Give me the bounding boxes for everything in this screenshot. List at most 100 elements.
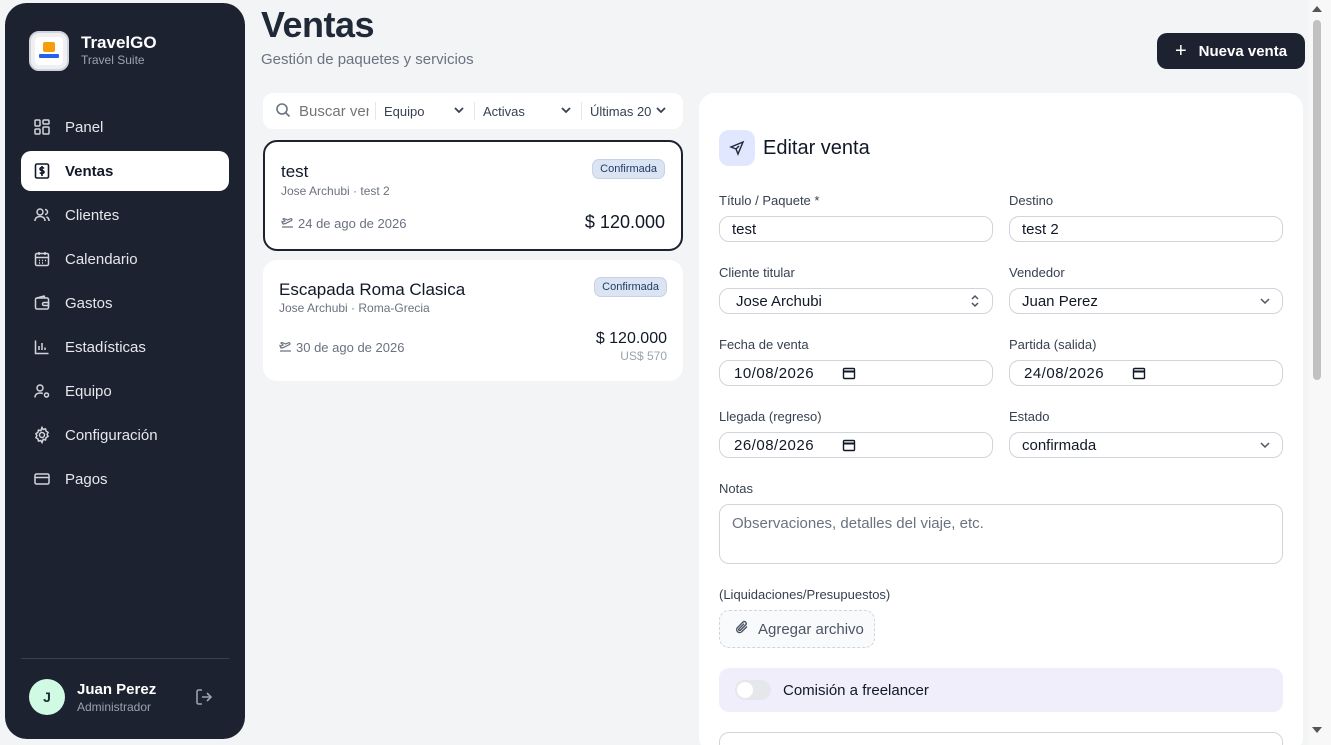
destino-input[interactable]: test 2	[1009, 216, 1283, 242]
sidebar-item-label: Ventas	[65, 162, 114, 180]
chevron-down-icon	[654, 103, 668, 120]
llegada-input-value: 26/08/2026	[734, 436, 815, 454]
search-box[interactable]	[263, 102, 375, 121]
sidebar-item-panel[interactable]: Panel	[21, 107, 229, 147]
sale-subtitle: Jose Archubi · Roma-Grecia	[279, 301, 430, 315]
partida-input[interactable]: 24/08/2026	[1009, 360, 1283, 386]
sale-card[interactable]: test Jose Archubi · test 2 Confirmada 24…	[263, 140, 683, 251]
sidebar-item-clientes[interactable]: Clientes	[21, 195, 229, 235]
scroll-thumb[interactable]	[1313, 20, 1321, 380]
estado-select[interactable]: confirmada	[1009, 432, 1283, 458]
titulo-label: Título / Paquete *	[719, 193, 820, 208]
dollar-icon	[33, 162, 51, 180]
vendedor-select-value: Juan Perez	[1022, 292, 1098, 310]
llegada-input[interactable]: 26/08/2026	[719, 432, 993, 458]
calendar-icon	[33, 250, 51, 268]
brand[interactable]: TravelGO Travel Suite	[29, 31, 157, 71]
archivos-label: (Liquidaciones/Presupuestos)	[719, 587, 891, 602]
status-select-value: Activas	[483, 103, 525, 119]
freelancer-toggle[interactable]	[735, 680, 771, 700]
user-name: Juan Perez	[77, 680, 157, 698]
status-badge: Confirmada	[592, 159, 665, 179]
titulo-input[interactable]: test	[719, 216, 993, 242]
calendar-icon[interactable]	[842, 438, 856, 456]
next-field[interactable]	[719, 732, 1283, 745]
sidebar-item-calendario[interactable]: Calendario	[21, 239, 229, 279]
status-badge: Confirmada	[594, 277, 667, 297]
logout-icon[interactable]	[194, 687, 214, 707]
cliente-select-value: Jose Archubi	[736, 292, 822, 310]
sidebar-item-ventas[interactable]: Ventas	[21, 151, 229, 191]
panel-header: Editar venta	[719, 130, 870, 166]
dashboard-icon	[33, 118, 51, 136]
brand-subtitle: Travel Suite	[81, 53, 145, 67]
sidebar-item-label: Estadísticas	[65, 338, 146, 356]
sidebar: TravelGO Travel Suite Panel Ventas Clien…	[5, 3, 245, 739]
sidebar-item-pagos[interactable]: Pagos	[21, 459, 229, 499]
chevron-down-icon	[1258, 438, 1272, 452]
user-role: Administrador	[77, 699, 152, 714]
search-input[interactable]	[299, 102, 369, 120]
freelancer-commission-row: Comisión a freelancer	[719, 668, 1283, 712]
credit-card-icon	[33, 470, 51, 488]
sidebar-divider	[21, 658, 229, 659]
fecha-input-value: 10/08/2026	[734, 364, 815, 382]
add-file-label: Agregar archivo	[758, 620, 864, 638]
sale-card[interactable]: Escapada Roma Clasica Jose Archubi · Rom…	[263, 260, 683, 381]
partida-label: Partida (salida)	[1009, 337, 1097, 352]
sidebar-item-estadisticas[interactable]: Estadísticas	[21, 327, 229, 367]
travelgo-logo	[29, 31, 69, 71]
notas-textarea[interactable]: Observaciones, detalles del viaje, etc.	[719, 504, 1283, 564]
calendar-icon[interactable]	[842, 366, 856, 384]
sidebar-item-equipo[interactable]: Equipo	[21, 371, 229, 411]
cliente-select[interactable]: Jose Archubi	[719, 288, 993, 314]
sidebar-nav: Panel Ventas Clientes Calendario Gastos	[21, 107, 229, 503]
sidebar-item-label: Configuración	[65, 426, 158, 444]
sale-price: $ 120.000	[595, 330, 667, 347]
calendar-icon[interactable]	[1132, 366, 1146, 384]
user-gear-icon	[33, 382, 51, 400]
chevron-down-icon	[1258, 294, 1272, 308]
scroll-down-arrow[interactable]	[1312, 727, 1322, 733]
page-subtitle: Gestión de paquetes y servicios	[261, 51, 474, 68]
scroll-up-arrow[interactable]	[1312, 6, 1322, 12]
paperclip-icon	[734, 619, 750, 639]
bar-chart-icon	[33, 338, 51, 356]
page-scrollbar[interactable]	[1309, 0, 1331, 745]
chevron-up-down-icon	[968, 294, 982, 308]
fecha-input[interactable]: 10/08/2026	[719, 360, 993, 386]
sale-price-usd: US$ 570	[620, 349, 667, 363]
estado-label: Estado	[1009, 409, 1050, 424]
freelancer-label: Comisión a freelancer	[783, 681, 929, 699]
vendedor-select[interactable]: Juan Perez	[1009, 288, 1283, 314]
sidebar-item-label: Equipo	[65, 382, 112, 400]
sale-title: Escapada Roma Clasica	[279, 280, 466, 299]
range-select[interactable]: Últimas 20	[582, 103, 676, 120]
sale-price: $ 120.000	[584, 212, 665, 232]
sidebar-item-label: Pagos	[65, 470, 108, 488]
plane-departure-icon	[279, 339, 292, 355]
wallet-icon	[33, 294, 51, 312]
plus-icon: +	[1174, 40, 1187, 62]
team-select-value: Equipo	[384, 103, 425, 119]
range-select-value: Últimas 20	[590, 103, 652, 119]
team-select[interactable]: Equipo	[376, 103, 474, 120]
fecha-label: Fecha de venta	[719, 337, 809, 352]
new-sale-button[interactable]: + Nueva venta	[1157, 33, 1305, 69]
sidebar-item-configuracion[interactable]: Configuración	[21, 415, 229, 455]
sidebar-item-label: Calendario	[65, 250, 138, 268]
status-select[interactable]: Activas	[475, 103, 581, 120]
sale-date: 30 de ago de 2026	[279, 339, 404, 355]
avatar: J	[29, 679, 65, 715]
sidebar-item-gastos[interactable]: Gastos	[21, 283, 229, 323]
user-profile[interactable]: J Juan Perez Administrador	[29, 679, 156, 715]
sale-subtitle: Jose Archubi · test 2	[281, 184, 390, 198]
page-title: Ventas	[261, 4, 375, 45]
add-file-button[interactable]: Agregar archivo	[719, 610, 875, 648]
sale-date: 24 de ago de 2026	[281, 215, 406, 231]
airplane-icon	[719, 130, 755, 166]
gear-icon	[33, 426, 51, 444]
chevron-down-icon	[559, 103, 573, 120]
sidebar-item-label: Gastos	[65, 294, 113, 312]
panel-title: Editar venta	[763, 136, 870, 159]
